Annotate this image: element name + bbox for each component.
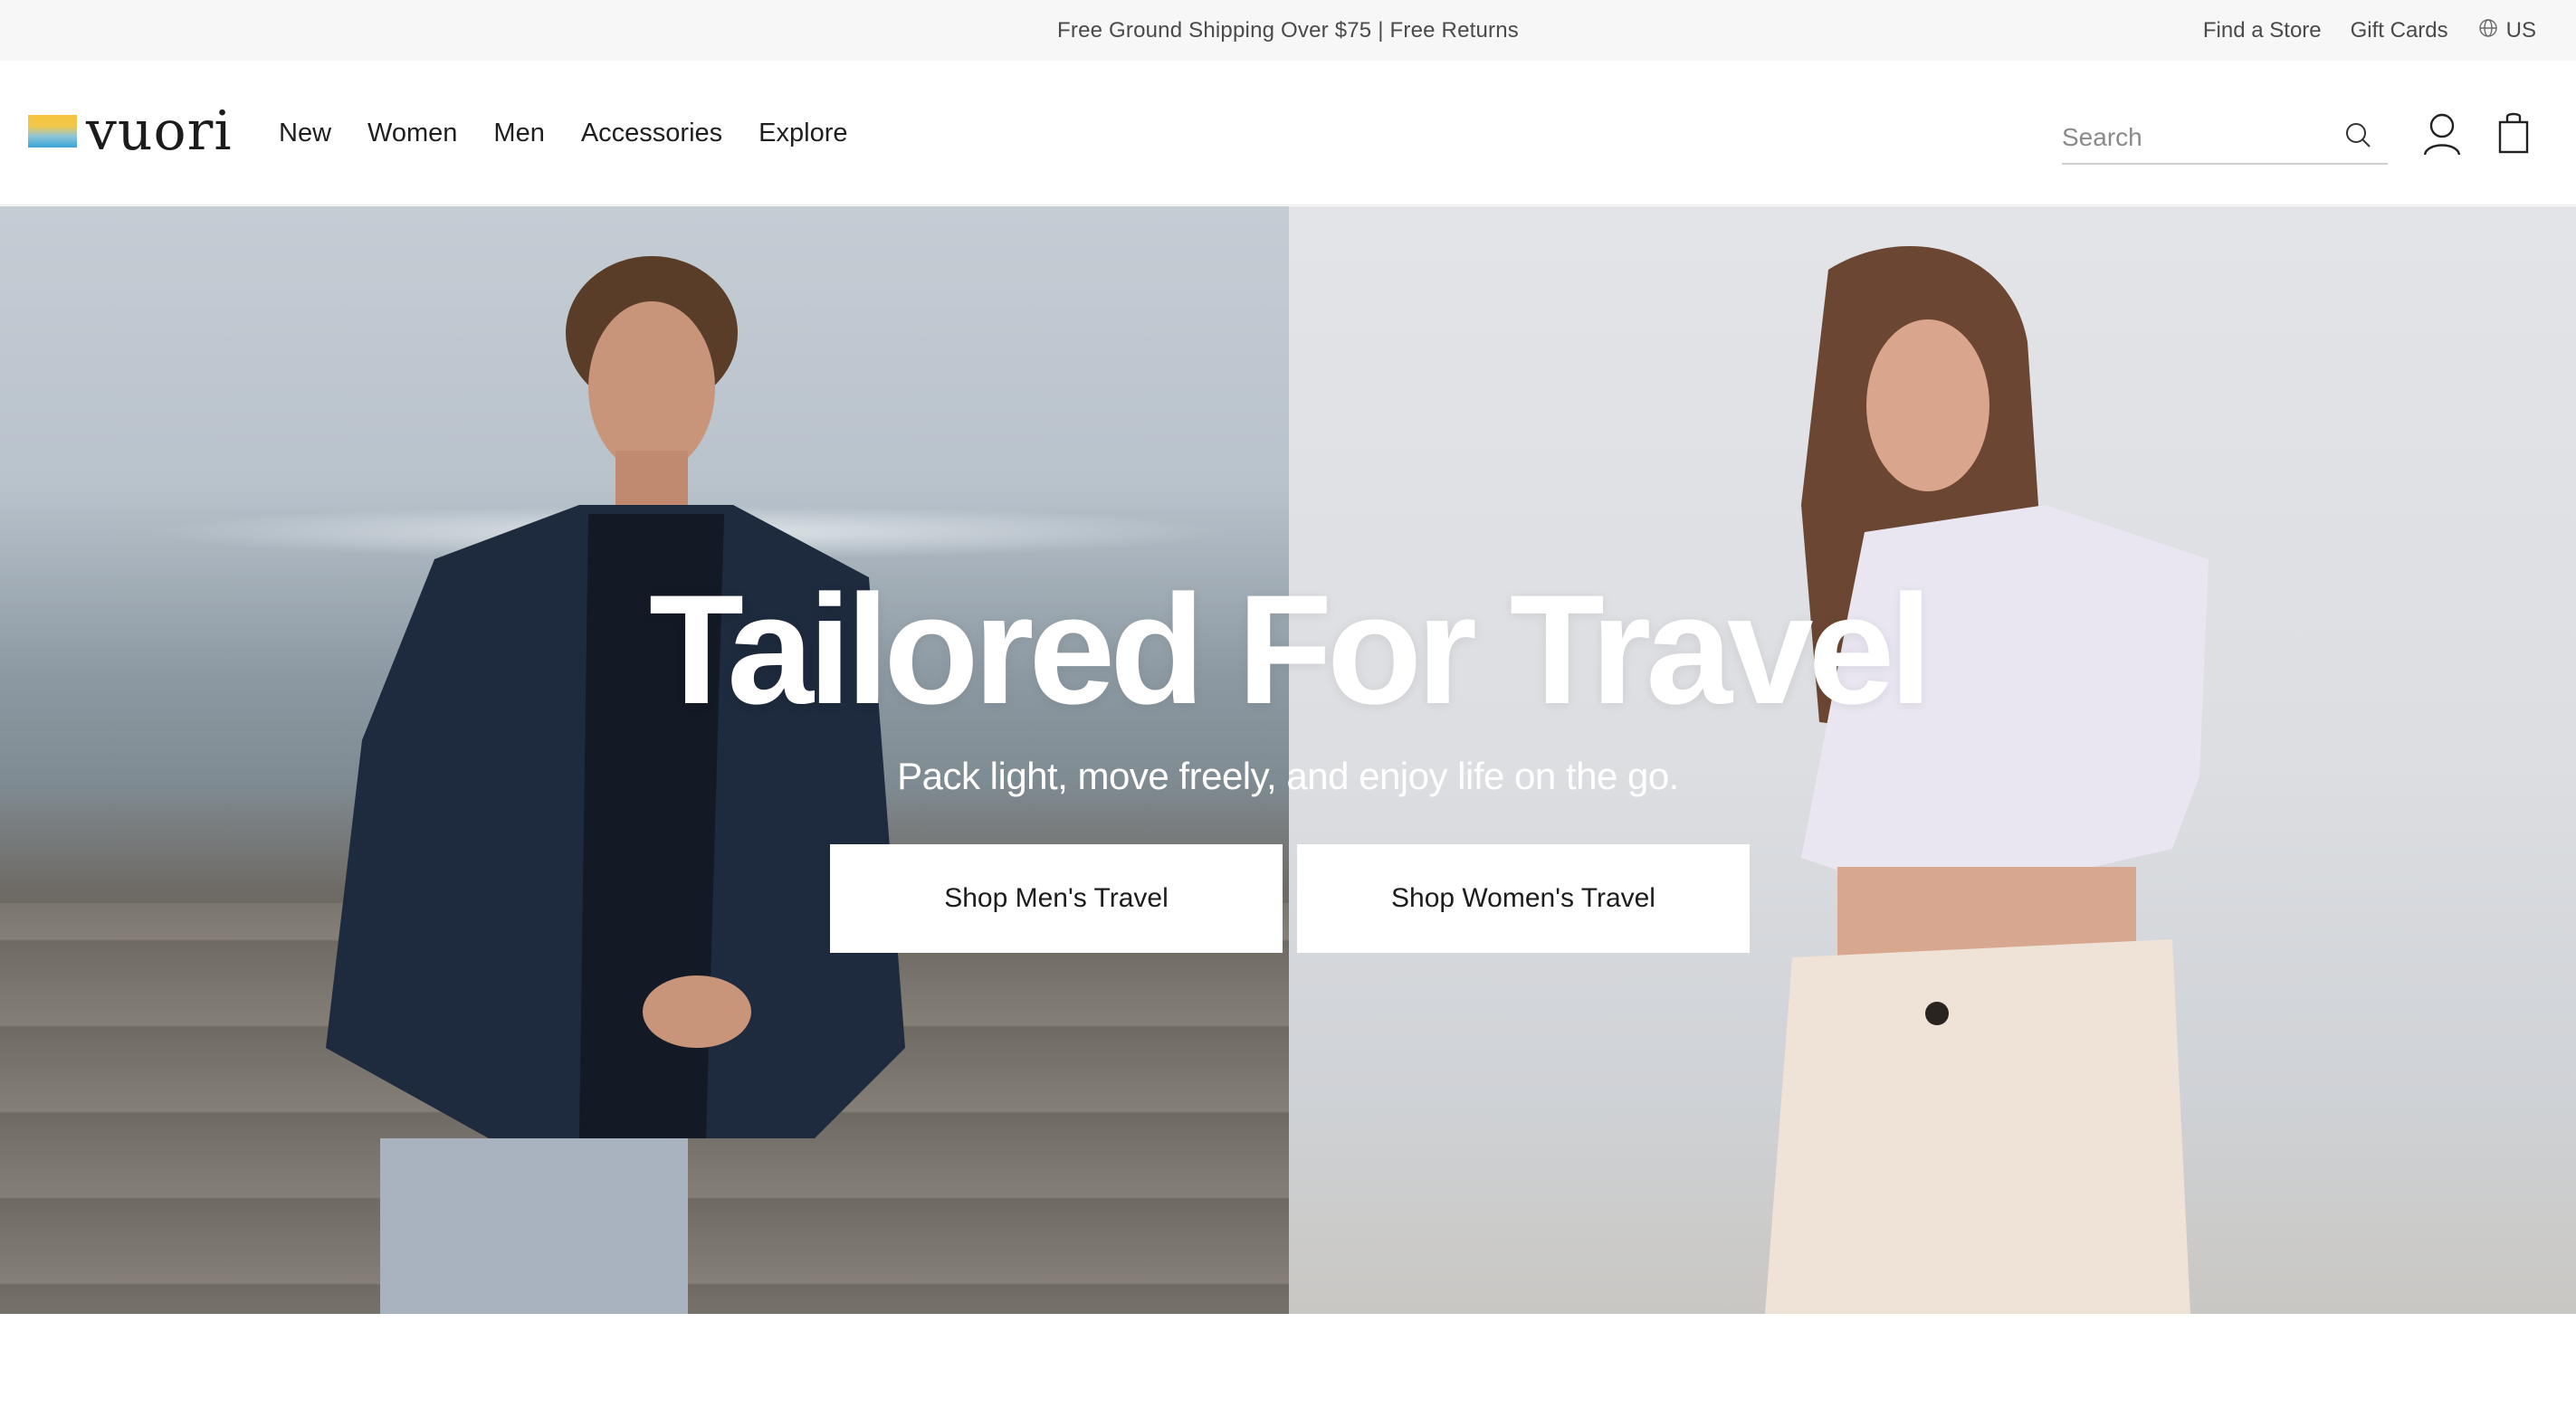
nav-item-explore[interactable]: Explore: [758, 119, 847, 148]
shop-mens-travel-button[interactable]: Shop Men's Travel: [830, 844, 1283, 953]
site-header: vuori New Women Men Accessories Explore: [0, 61, 2576, 205]
hero-banner: Tailored For Travel Pack light, move fre…: [0, 206, 2576, 1314]
region-selector[interactable]: US: [2477, 17, 2536, 43]
vuori-logo[interactable]: vuori: [28, 104, 233, 158]
shipping-message: Free Ground Shipping Over $75 | Free Ret…: [1057, 17, 1519, 43]
hero-subtitle: Pack light, move freely, and enjoy life …: [897, 755, 1679, 797]
shop-womens-travel-button[interactable]: Shop Women's Travel: [1297, 844, 1750, 953]
search-icon[interactable]: [2342, 120, 2373, 151]
find-store-link[interactable]: Find a Store: [2203, 18, 2322, 43]
hero-title: Tailored For Travel: [648, 563, 1932, 737]
main-nav: New Women Men Accessories Explore: [279, 61, 847, 205]
utility-links: Find a Store Gift Cards US: [2203, 0, 2536, 61]
nav-item-accessories[interactable]: Accessories: [581, 119, 722, 148]
nav-item-new[interactable]: New: [279, 119, 331, 148]
search-bar: [2062, 111, 2388, 165]
nav-item-men[interactable]: Men: [493, 119, 544, 148]
logo-wordmark: vuori: [86, 100, 233, 163]
globe-icon: [2477, 17, 2499, 43]
nav-item-women[interactable]: Women: [367, 119, 457, 148]
region-label: US: [2505, 17, 2536, 43]
announcement-bar: Free Ground Shipping Over $75 | Free Ret…: [0, 0, 2576, 61]
logo-mark: [28, 115, 77, 147]
hero-cta-group: Shop Men's Travel Shop Women's Travel: [830, 844, 1750, 953]
user-icon[interactable]: [2422, 111, 2462, 157]
gift-cards-link[interactable]: Gift Cards: [2351, 18, 2448, 43]
search-input[interactable]: [2062, 114, 2333, 160]
shopping-bag-icon[interactable]: [2496, 109, 2531, 155]
